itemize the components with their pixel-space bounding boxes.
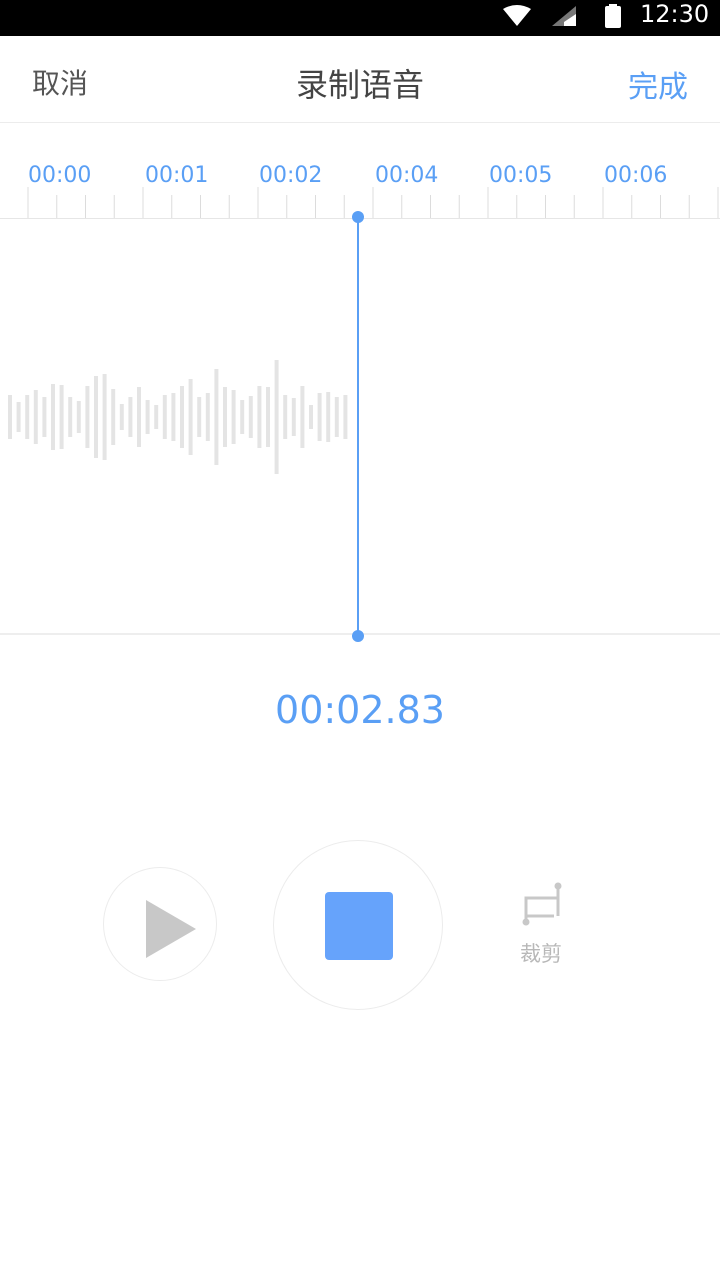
waveform-bar xyxy=(205,393,210,441)
ruler-label: 00:00 xyxy=(28,163,92,188)
status-bar: 12:30 xyxy=(0,0,720,36)
page-title: 录制语音 xyxy=(295,66,424,104)
waveform-bar xyxy=(291,398,296,436)
stop-icon xyxy=(325,892,393,960)
waveform-bar xyxy=(111,389,116,445)
waveform-bar xyxy=(300,386,305,448)
stop-button[interactable] xyxy=(273,840,443,1010)
battery-icon xyxy=(605,4,621,28)
wifi-icon xyxy=(503,5,531,26)
play-button[interactable] xyxy=(103,867,217,981)
waveform-bar xyxy=(248,396,253,438)
crop-icon xyxy=(522,882,562,926)
waveform-bar xyxy=(162,395,167,439)
waveform-bar xyxy=(283,395,288,439)
trim-button[interactable]: 裁剪 xyxy=(510,880,572,970)
waveform-bar xyxy=(85,386,90,448)
waveform-bar xyxy=(214,369,219,465)
waveform-bar xyxy=(257,386,262,448)
trim-label: 裁剪 xyxy=(520,942,562,966)
elapsed-time: 00:02.83 xyxy=(275,688,445,732)
waveform xyxy=(8,360,348,474)
ruler-label: 00:01 xyxy=(145,163,209,188)
ruler-label: 00:02 xyxy=(259,163,323,188)
ruler-label: 00:05 xyxy=(489,163,553,188)
waveform-bar xyxy=(343,395,348,439)
waveform-bar xyxy=(76,401,81,433)
waveform-bar xyxy=(334,397,339,437)
waveform-bar xyxy=(68,397,73,437)
waveform-bar xyxy=(197,397,202,437)
waveform-bar xyxy=(309,405,313,429)
done-button[interactable]: 完成 xyxy=(628,62,688,106)
playhead-line[interactable] xyxy=(357,217,359,636)
playhead-top-handle[interactable] xyxy=(352,211,364,223)
waveform-bar xyxy=(274,360,279,474)
waveform-bar xyxy=(128,397,133,437)
waveform-bar xyxy=(317,393,322,441)
waveform-bar xyxy=(94,376,98,458)
waveform-bar xyxy=(240,400,245,434)
header-bar: 取消 录制语音 完成 xyxy=(0,36,720,123)
waveform-bar xyxy=(223,387,227,447)
waveform-bar xyxy=(8,395,12,439)
waveform-bar xyxy=(180,386,184,448)
waveform-bar xyxy=(137,387,141,447)
waveform-bar xyxy=(25,395,30,439)
waveform-bar xyxy=(33,390,38,444)
waveform-bar xyxy=(51,384,55,450)
waveform-bar xyxy=(16,402,21,432)
status-time: 12:30 xyxy=(640,0,710,28)
ruler-label: 00:04 xyxy=(375,163,439,188)
timeline-ruler[interactable]: 00:00 00:01 00:02 00:04 00:05 00:06 xyxy=(0,123,720,219)
ruler-label: 00:06 xyxy=(604,163,668,188)
waveform-bar xyxy=(188,379,193,455)
waveform-bar xyxy=(59,385,64,449)
playhead-bottom-handle[interactable] xyxy=(352,630,364,642)
waveform-bar xyxy=(119,404,124,430)
signal-icon xyxy=(552,6,576,26)
waveform-bar xyxy=(231,390,236,444)
waveform-bar xyxy=(145,400,150,434)
waveform-bar xyxy=(102,374,107,460)
play-icon xyxy=(146,900,196,958)
waveform-bar xyxy=(154,405,159,429)
waveform-bar xyxy=(171,393,176,441)
waveform-bar xyxy=(326,392,331,442)
waveform-bar xyxy=(42,397,47,437)
waveform-area[interactable] xyxy=(0,219,720,635)
waveform-bar xyxy=(266,387,270,447)
